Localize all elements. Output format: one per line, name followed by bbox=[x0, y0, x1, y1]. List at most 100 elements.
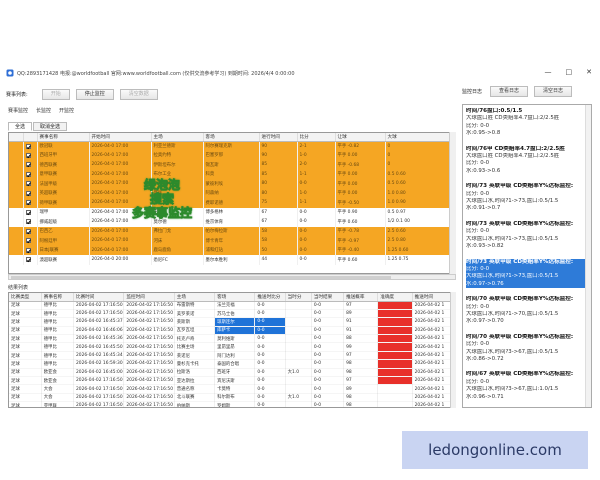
match-cell: 平手 0.60 bbox=[335, 255, 386, 265]
row-checkbox[interactable] bbox=[25, 238, 31, 244]
row-checkbox-cell[interactable] bbox=[23, 160, 38, 170]
column-header[interactable]: 客场 bbox=[203, 133, 260, 142]
column-header[interactable]: 当时结果 bbox=[311, 293, 345, 302]
match-row[interactable]: 西班牙甲 2026-04-0 17:00 拉奥约特 巴塞罗那 90 1-0 平手 0.00 0 bbox=[9, 150, 455, 160]
column-header[interactable]: 赛事名称 bbox=[37, 133, 90, 142]
column-header[interactable]: 监控时间 bbox=[123, 293, 175, 302]
row-checkbox-cell[interactable] bbox=[23, 226, 38, 236]
row-checkbox[interactable] bbox=[25, 152, 31, 158]
monitor-option[interactable]: 长监控 bbox=[36, 107, 51, 114]
maximize-button[interactable]: □ bbox=[566, 68, 573, 76]
column-header[interactable]: 赛事名称 bbox=[41, 293, 75, 302]
result-row[interactable]: 足球 大会 2026-04-02 17:16:50 2026-04-02 17:16:… bbox=[9, 384, 455, 394]
monitor-option[interactable]: 开监控 bbox=[59, 107, 74, 114]
row-checkbox[interactable] bbox=[25, 171, 31, 177]
row-checkbox[interactable] bbox=[25, 219, 31, 225]
match-row[interactable]: 德西联赛 2026-04-0 17:00 伊斯坦布尔 锡瓦斯 85 2-0 平手 -0.68… bbox=[9, 160, 455, 170]
column-header[interactable]: 让球 bbox=[335, 133, 386, 142]
row-checkbox-cell[interactable] bbox=[23, 188, 38, 198]
log-line: 比分: 0-0 bbox=[466, 228, 490, 235]
view-log-button[interactable]: 查看日志 bbox=[490, 86, 529, 97]
row-checkbox-cell[interactable] bbox=[23, 150, 38, 160]
result-row[interactable]: 足球 德甲比 2026-04-02 16:59:30 2026-04-02 17:16… bbox=[9, 359, 455, 369]
row-checkbox-cell[interactable] bbox=[23, 236, 38, 246]
column-header[interactable]: 进行时间 bbox=[259, 133, 298, 142]
row-checkbox-cell[interactable] bbox=[23, 141, 38, 151]
column-header[interactable]: 准确度 bbox=[377, 293, 413, 302]
start-button[interactable]: 开始 bbox=[41, 88, 70, 100]
column-header[interactable]: 比赛时间 bbox=[73, 293, 125, 302]
close-button[interactable]: ✕ bbox=[586, 68, 592, 76]
result-row[interactable]: 足球 德甲比 2026-04-02 17:16:50 2026-04-02 17:16… bbox=[9, 301, 455, 310]
row-checkbox[interactable] bbox=[25, 190, 31, 196]
result-row[interactable]: 足球 大会 2026-04-02 17:16:50 2026-04-02 17:16:… bbox=[9, 393, 455, 403]
row-checkbox-cell[interactable] bbox=[23, 207, 38, 217]
result-row[interactable]: 足球 欧亚会 2026-04-02 17:16:50 2026-04-02 17:16… bbox=[9, 376, 455, 386]
scroll-thumb[interactable] bbox=[11, 276, 391, 279]
match-row[interactable]: 英超联赛 2026-04-0 17:00 曼联 阿森纳 80 1-0 平手 0.00 1.0 … bbox=[9, 188, 455, 198]
result-cell: 0-0 bbox=[311, 401, 345, 407]
result-row[interactable]: 足球 德甲比 2026-04-02 17:16:50 2026-04-02 17:16… bbox=[9, 309, 455, 319]
match-row[interactable]: 意甲联赛 2026-04-0 17:00 布尔工业 科莫 85 1-1 平手 0.00 0.5… bbox=[9, 169, 455, 179]
column-header[interactable]: 比分 bbox=[297, 133, 336, 142]
match-row[interactable]: 澳超联赛 2026-04-0 20:00 悉尼FC 墨尔本胜利 44 0-0 平手 0.60… bbox=[9, 255, 455, 265]
match-row[interactable]: 阿根廷甲 2026-04-0 17:00 河床 博卡青年 58 0-0 平手 -0.97 2.… bbox=[9, 236, 455, 246]
match-cell: 85 bbox=[259, 169, 298, 179]
match-row[interactable]: 挪威超级 2026-04-0 17:00 莫尔德 维京体育 67 0-0 平手 0.60 1/… bbox=[9, 217, 455, 227]
match-table-hscroll[interactable] bbox=[8, 274, 456, 280]
clear-data-button[interactable]: 清空数据 bbox=[119, 88, 158, 100]
match-cell: 1.0 0.90 bbox=[385, 198, 455, 208]
result-row[interactable]: 足球 德甲比 2026-04-02 16:45:37 2026-04-02 17:16… bbox=[9, 317, 455, 327]
column-header[interactable]: 客场 bbox=[214, 293, 256, 302]
column-header[interactable]: 推送概率 bbox=[343, 293, 379, 302]
row-checkbox[interactable] bbox=[25, 257, 31, 263]
row-checkbox[interactable] bbox=[25, 162, 31, 168]
match-row[interactable]: 瑞甲 2026-04-0 17:00 巴塞尔 博多格林 67 0-0 平手 0.90 0.5 … bbox=[9, 207, 455, 217]
deselect-all-button[interactable]: 取消全选 bbox=[33, 122, 68, 131]
match-cell: 巴塞罗那 bbox=[203, 150, 260, 160]
row-checkbox-cell[interactable] bbox=[23, 255, 38, 265]
result-row[interactable]: 足球 亚甲联 2026-04-02 17:16:50 2026-04-02 17:16… bbox=[9, 401, 455, 407]
row-checkbox[interactable] bbox=[25, 247, 31, 253]
match-table-vscroll[interactable] bbox=[449, 132, 456, 274]
column-header[interactable]: 主场 bbox=[151, 133, 204, 142]
row-checkbox-cell[interactable] bbox=[23, 179, 38, 189]
row-checkbox[interactable] bbox=[25, 228, 31, 234]
column-header[interactable]: 比赛类型 bbox=[9, 293, 42, 302]
result-row[interactable]: 足球 欧亚会 2026-04-02 16:45:00 2026-04-02 17:16… bbox=[9, 368, 455, 378]
match-cell: 1-1 bbox=[297, 169, 336, 179]
row-checkbox[interactable] bbox=[25, 209, 31, 215]
result-row[interactable]: 足球 德甲比 2026-04-02 16:45:34 2026-04-02 17:16… bbox=[9, 351, 455, 361]
result-row[interactable]: 足球 德甲比 2026-04-02 16:45:50 2026-04-02 17:16… bbox=[9, 342, 455, 352]
row-checkbox-cell[interactable] bbox=[23, 169, 38, 179]
results-table-vscroll[interactable] bbox=[450, 292, 456, 408]
row-checkbox-cell[interactable] bbox=[23, 198, 38, 208]
column-header[interactable]: 当时分 bbox=[285, 293, 312, 302]
match-cell: 0.5 0.97 bbox=[385, 207, 455, 217]
row-checkbox[interactable] bbox=[25, 200, 31, 206]
row-checkbox[interactable] bbox=[25, 181, 31, 187]
stop-monitor-button[interactable]: 停止监控 bbox=[75, 88, 114, 100]
match-row[interactable]: 欧冠联 2026-04-0 17:00 利亚兰德斯 阿尔赛瑞克斯 90 2-1 平手 -0.… bbox=[9, 141, 455, 151]
column-header[interactable]: 推送时比分 bbox=[254, 293, 286, 302]
match-row[interactable]: 法国甲级 2026-04-0 17:00 布雷斯特 蒙彼利埃 80 0-0 平手 0.00 0… bbox=[9, 179, 455, 189]
monitor-option[interactable]: 赛事监控 bbox=[8, 107, 28, 114]
match-row[interactable]: 日本J联赛 2026-04-0 17:00 鹿岛鹿角 浦和红钻 50 0-0 平手 -0.4… bbox=[9, 245, 455, 255]
column-header[interactable]: 推送时间 bbox=[412, 293, 455, 302]
row-checkbox[interactable] bbox=[25, 143, 31, 149]
result-row[interactable]: 足球 德甲比 2026-04-02 16:46:06 2026-04-02 17:16… bbox=[9, 326, 455, 336]
column-header[interactable]: 开始时间 bbox=[89, 133, 152, 142]
result-row[interactable]: 足球 德甲比 2026-04-02 16:45:36 2026-04-02 17:16… bbox=[9, 334, 455, 344]
row-checkbox-cell[interactable] bbox=[23, 245, 38, 255]
column-header[interactable]: 主场 bbox=[174, 293, 216, 302]
minimize-button[interactable]: — bbox=[545, 68, 552, 76]
match-row[interactable]: 巴西乙 2026-04-0 17:00 弗拉门戈 帕尔梅拉斯 58 0-0 平手 -0.78… bbox=[9, 226, 455, 236]
match-row[interactable]: 荷甲联赛 2026-04-0 17:00 阿贾克斯 费耶诺德 75 1-1 平手 -0.50… bbox=[9, 198, 455, 208]
result-cell: 2026-04-02 17:16:50 bbox=[123, 401, 175, 407]
row-checkbox-cell[interactable] bbox=[23, 217, 38, 227]
log-toolbar: 监控日志 查看日志 清空日志 bbox=[462, 86, 578, 97]
clear-log-button[interactable]: 清空日志 bbox=[534, 86, 573, 97]
log-vscroll[interactable] bbox=[585, 105, 591, 407]
select-all-button[interactable]: 全选 bbox=[8, 122, 33, 131]
column-header[interactable]: 大球 bbox=[385, 133, 455, 142]
